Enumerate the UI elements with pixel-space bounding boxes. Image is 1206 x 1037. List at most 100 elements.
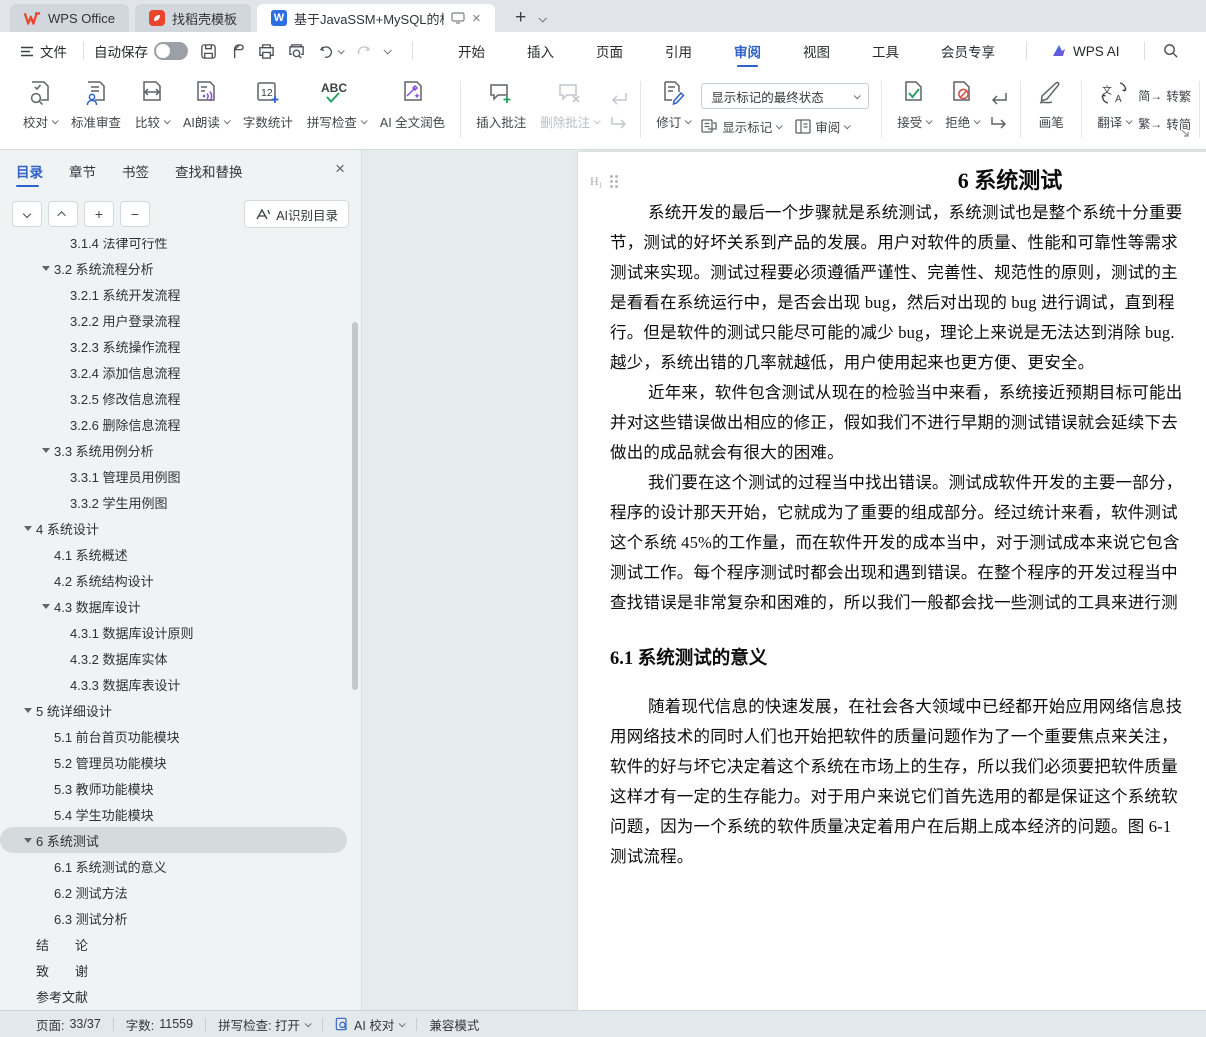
collapse-arrow-icon[interactable] xyxy=(20,708,36,713)
doc-line[interactable]: 并对这些错误做出相应的修正，假如我们不进行早期的测试错误就会延续下去 xyxy=(610,408,1206,438)
screen-share-icon[interactable] xyxy=(451,12,465,24)
tab-list-chevron-icon[interactable] xyxy=(538,14,546,22)
previous-change-icon[interactable] xyxy=(990,91,1008,105)
delete-comment-button[interactable]: 删除批注 xyxy=(533,75,606,144)
toc-item[interactable]: 4.3.3 数据库表设计 xyxy=(0,671,347,697)
toc-item[interactable]: 5 统详细设计 xyxy=(0,697,347,723)
sidebar-tab[interactable]: 查找和替换 xyxy=(175,150,243,192)
toc-item[interactable]: 3.3 系统用例分析 xyxy=(0,437,347,463)
review-pane-button[interactable]: 审阅 xyxy=(795,117,849,136)
menu-tab[interactable]: 开始 xyxy=(437,32,506,70)
proofread-button[interactable]: 校对 xyxy=(16,75,64,144)
toc-item[interactable]: 3.2 系统流程分析 xyxy=(0,255,347,281)
sidebar-tab[interactable]: 目录 xyxy=(16,150,43,192)
print-icon[interactable] xyxy=(258,43,275,60)
sidebar-tab[interactable]: 书签 xyxy=(122,150,149,192)
next-change-icon[interactable] xyxy=(990,115,1008,129)
doc-line[interactable]: 系统开发的最后一个步骤就是系统测试，系统测试也是整个系统十分重要 xyxy=(610,198,1206,228)
show-markup-button[interactable]: 显示标记 xyxy=(701,117,781,136)
collapse-arrow-icon[interactable] xyxy=(20,526,36,531)
toc-item[interactable]: 6.3 测试分析 xyxy=(0,905,347,931)
menu-tab[interactable]: 页面 xyxy=(575,32,644,70)
toc-item[interactable]: 3.2.6 删除信息流程 xyxy=(0,411,347,437)
new-tab-button[interactable]: + xyxy=(509,6,533,30)
drag-handle-icon[interactable] xyxy=(610,175,618,188)
toc-item[interactable]: 6.2 测试方法 xyxy=(0,879,347,905)
toc-item[interactable]: 3.2.4 添加信息流程 xyxy=(0,359,347,385)
doc-line[interactable]: 测试工作。每个程序测试时都会出现和遇到错误。在整个程序的开发过程当中 xyxy=(610,558,1206,588)
doc-line[interactable]: 软件的好与坏它决定着这个系统在市场上的生存，所以我们必须要把软件质量 xyxy=(610,752,1206,782)
sidebar-tab[interactable]: 章节 xyxy=(69,150,96,192)
collapse-arrow-icon[interactable] xyxy=(20,838,36,843)
doc-line[interactable]: 用网络技术的同时人们也开始把软件的质量问题作为了一个重要焦点来关注， xyxy=(610,722,1206,752)
autosave-toggle[interactable] xyxy=(154,42,188,60)
previous-comment-icon[interactable] xyxy=(610,91,628,105)
doc-line[interactable]: 问题，因为一个系统的软件质量决定着用户在后期上成本经济的问题。图 6-1 xyxy=(610,812,1206,842)
menu-tab[interactable]: 插入 xyxy=(506,32,575,70)
ai-recognize-toc-button[interactable]: AI识别目录 xyxy=(244,200,349,228)
sidebar-scrollbar[interactable] xyxy=(352,322,358,690)
word-count-indicator[interactable]: 字数: 11559 xyxy=(114,1015,205,1034)
toc-item[interactable]: 6 系统测试 xyxy=(0,827,347,853)
to-traditional-button[interactable]: 简→ 转繁 xyxy=(1138,86,1191,105)
collapse-arrow-icon[interactable] xyxy=(38,266,54,271)
doc-heading-1[interactable]: 6 系统测试 xyxy=(610,164,1206,198)
toc-item[interactable]: 4.3 数据库设计 xyxy=(0,593,347,619)
toc-item[interactable]: 4.1 系统概述 xyxy=(0,541,347,567)
menu-tab[interactable]: 引用 xyxy=(644,32,713,70)
collapse-arrow-icon[interactable] xyxy=(38,448,54,453)
toc-item[interactable]: 5.4 学生功能模块 xyxy=(0,801,347,827)
print-preview-icon[interactable] xyxy=(288,43,306,60)
spellcheck-status[interactable]: 拼写检查: 打开 xyxy=(206,1015,322,1034)
toolbar-more-chevron-icon[interactable] xyxy=(383,46,391,54)
doc-line[interactable]: 行。但是软件的测试只能尽可能的减少 bug，理论上来说是无法达到消除 bug. xyxy=(610,318,1206,348)
toc-item[interactable]: 3.2.1 系统开发流程 xyxy=(0,281,347,307)
export-pdf-icon[interactable] xyxy=(230,43,245,60)
tab-wps-office[interactable]: WPS Office xyxy=(10,4,129,32)
page-indicator[interactable]: 页面: 33/37 xyxy=(14,1015,113,1034)
collapse-level-button[interactable]: − xyxy=(120,201,150,227)
toc-item[interactable]: 4.3.2 数据库实体 xyxy=(0,645,347,671)
toc-item[interactable]: 3.2.3 系统操作流程 xyxy=(0,333,347,359)
toc-item[interactable]: 4.2 系统结构设计 xyxy=(0,567,347,593)
close-sidebar-icon[interactable]: × xyxy=(335,160,345,177)
document-page[interactable]: H₁ 6 系统测试系统开发的最后一个步骤就是系统测试，系统测试也是整个系统十分重… xyxy=(578,152,1206,1010)
toc-item[interactable]: 3.3.1 管理员用例图 xyxy=(0,463,347,489)
group-expand-icon[interactable] xyxy=(1181,124,1189,142)
toc-item[interactable]: 4.3.1 数据库设计原则 xyxy=(0,619,347,645)
toc-item[interactable]: 参考文献 xyxy=(0,983,347,1009)
heading-handle[interactable]: H₁ xyxy=(590,174,618,189)
toc-item[interactable]: 结 论 xyxy=(0,931,347,957)
toc-item[interactable]: 致 谢 xyxy=(0,957,347,983)
toc-item[interactable]: 3.1.4 法律可行性 xyxy=(0,238,347,255)
menu-tab[interactable]: 工具 xyxy=(851,32,920,70)
ai-proofread-status[interactable]: AI 校对 xyxy=(323,1015,416,1034)
compare-button[interactable]: 比较 xyxy=(128,75,176,144)
reject-button[interactable]: 拒绝 xyxy=(938,75,986,144)
doc-line[interactable]: 程序的设计那天开始，它就成为了重要的组成部分。经过统计来看，软件测试 xyxy=(610,498,1206,528)
doc-line[interactable]: 做出的成品就会有很大的困难。 xyxy=(610,438,1206,468)
menu-tab[interactable]: 审阅 xyxy=(713,32,782,70)
doc-line[interactable]: 这样才有一定的生存能力。对于用户来说它们首先选用的都是保证这个系统软 xyxy=(610,782,1206,812)
collapse-all-button[interactable] xyxy=(12,201,42,227)
doc-line[interactable]: 随着现代信息的快速发展，在社会各大领域中已经都开始应用网络信息技 xyxy=(610,692,1206,722)
translate-button[interactable]: 文A 翻译 xyxy=(1090,75,1138,144)
toc-item[interactable]: 3.3.2 学生用例图 xyxy=(0,489,347,515)
word-count-button[interactable]: 12 字数统计 xyxy=(236,75,300,144)
toc-item[interactable]: 4 系统设计 xyxy=(0,515,347,541)
toc-item[interactable]: 5.3 教师功能模块 xyxy=(0,775,347,801)
next-comment-icon[interactable] xyxy=(610,115,628,129)
expand-all-button[interactable] xyxy=(48,201,78,227)
brush-button[interactable]: 画笔 xyxy=(1029,75,1073,144)
doc-line[interactable]: 我们要在这个测试的过程当中找出错误。测试成软件开发的主要一部分， xyxy=(610,468,1206,498)
close-tab-icon[interactable]: × xyxy=(472,11,481,26)
undo-button[interactable] xyxy=(319,44,343,58)
doc-line[interactable]: 这个系统 45%的工作量，而在软件开发的成本当中，对于测试成本来说它包含 xyxy=(610,528,1206,558)
search-icon[interactable] xyxy=(1163,43,1179,59)
toc-item[interactable]: 3.2.5 修改信息流程 xyxy=(0,385,347,411)
ai-polish-button[interactable]: AI 全文润色 xyxy=(373,75,452,144)
collapse-arrow-icon[interactable] xyxy=(38,604,54,609)
doc-line[interactable]: 越少，系统出错的几率就越低，用户使用起来也更方便、更安全。 xyxy=(610,348,1206,378)
toc-item[interactable]: 5.2 管理员功能模块 xyxy=(0,749,347,775)
tab-docer[interactable]: 找稻壳模板 xyxy=(135,4,251,32)
